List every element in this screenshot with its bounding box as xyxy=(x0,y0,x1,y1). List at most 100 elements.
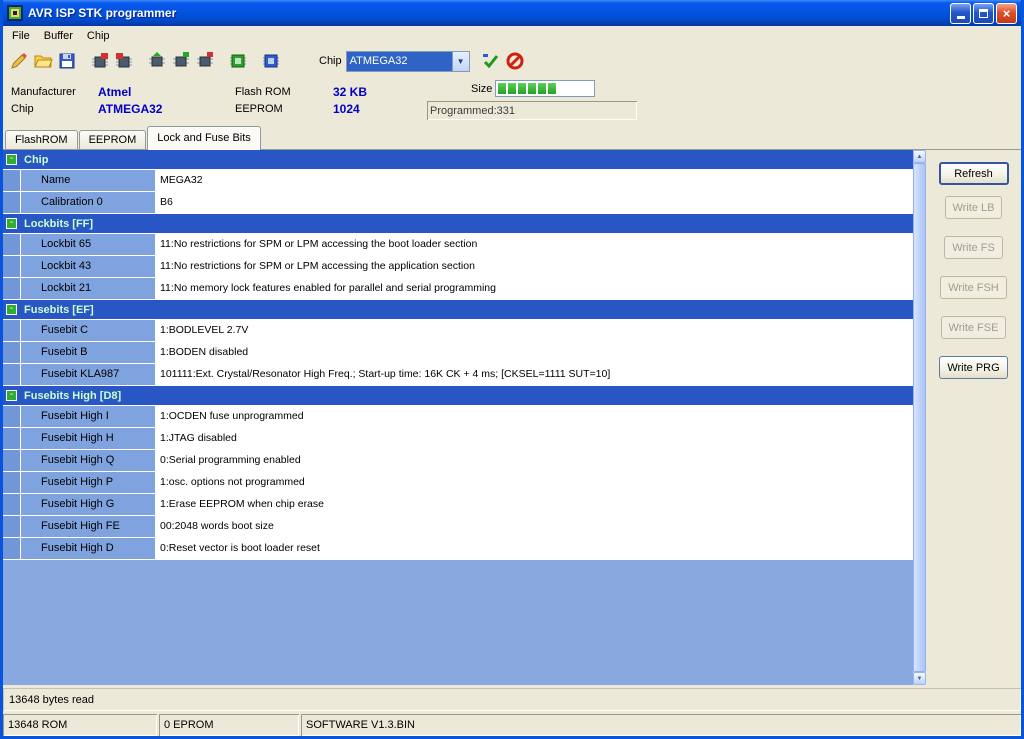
grid-row[interactable]: Name MEGA32 xyxy=(3,170,913,192)
collapse-minus-icon[interactable]: - xyxy=(6,304,17,315)
row-value: 1:BODLEVEL 2.7V xyxy=(156,320,913,341)
grid-row[interactable]: Fusebit High H 1:JTAG disabled xyxy=(3,428,913,450)
close-button[interactable]: × xyxy=(996,2,1017,24)
progress-segment xyxy=(548,83,556,94)
chip-select-value: ATMEGA32 xyxy=(346,51,452,71)
group-header-lockbits-ff[interactable]: - Lockbits [FF] xyxy=(3,214,913,234)
row-value: 11:No memory lock features enabled for p… xyxy=(156,278,913,299)
erase-icon[interactable] xyxy=(7,49,31,73)
chevron-down-icon[interactable]: ▼ xyxy=(451,51,469,71)
group-title: Fusebits [EF] xyxy=(24,303,94,316)
grid-row[interactable]: Fusebit High P 1:osc. options not program… xyxy=(3,472,913,494)
manufacturer-label: Manufacturer xyxy=(11,86,76,98)
group-header-chip[interactable]: - Chip xyxy=(3,150,913,170)
row-indent xyxy=(3,234,21,255)
row-indent xyxy=(3,192,21,213)
collapse-minus-icon[interactable]: - xyxy=(6,218,17,229)
title-bar[interactable]: AVR ISP STK programmer × xyxy=(3,0,1021,26)
row-value: 1:osc. options not programmed xyxy=(156,472,913,493)
menu-bar: File Buffer Chip xyxy=(3,26,1021,46)
row-indent xyxy=(3,256,21,277)
grid-row[interactable]: Lockbit 21 11:No memory lock features ena… xyxy=(3,278,913,300)
group-title: Fusebits High [D8] xyxy=(24,389,122,402)
group-header-fusebits-ef[interactable]: - Fusebits [EF] xyxy=(3,300,913,320)
grid-row[interactable]: Calibration 0 B6 xyxy=(3,192,913,214)
verify-icon[interactable] xyxy=(479,49,503,73)
row-indent xyxy=(3,494,21,515)
row-name: Fusebit High H xyxy=(21,428,156,449)
menu-item-file[interactable]: File xyxy=(5,28,37,44)
side-panel: Refresh Write LB Write FS Write FSH Write FS… xyxy=(926,150,1021,685)
refresh-button[interactable]: Refresh xyxy=(938,162,1009,185)
vertical-scrollbar[interactable]: ▲ ▼ xyxy=(913,150,926,685)
toolbar: Chip ATMEGA32 ▼ xyxy=(3,46,1021,76)
row-value: 11:No restrictions for SPM or LPM access… xyxy=(156,234,913,255)
row-name: Fusebit High D xyxy=(21,538,156,559)
device-info-panel: Manufacturer Chip Atmel ATMEGA32 Flash R… xyxy=(3,76,1021,126)
collapse-minus-icon[interactable]: - xyxy=(6,154,17,165)
read-flash-icon[interactable] xyxy=(88,49,112,73)
status-bar-bottom: 13648 ROM 0 EPROM SOFTWARE V1.3.BIN xyxy=(3,714,1021,736)
grid-row[interactable]: Fusebit High I 1:OCDEN fuse unprogrammed xyxy=(3,406,913,428)
grid-row[interactable]: Fusebit High Q 0:Serial programming enabl… xyxy=(3,450,913,472)
row-name: Fusebit KLA987 xyxy=(21,364,156,385)
row-indent xyxy=(3,538,21,559)
maximize-icon xyxy=(979,8,988,18)
progress-segment xyxy=(498,83,506,94)
collapse-minus-icon[interactable]: - xyxy=(6,390,17,401)
scroll-thumb[interactable] xyxy=(913,163,926,672)
chip-select[interactable]: ATMEGA32 ▼ xyxy=(345,50,470,72)
main-area: - Chip Name MEGA32 Calibration 0 B6- Lockbits … xyxy=(3,149,1021,685)
grid-row[interactable]: Fusebit High G 1:Erase EEPROM when chip e… xyxy=(3,494,913,516)
row-name: Fusebit High FE xyxy=(21,516,156,537)
tab-lock-and-fuse-bits[interactable]: Lock and Fuse Bits xyxy=(147,126,261,150)
menu-item-buffer[interactable]: Buffer xyxy=(37,28,80,44)
maximize-button[interactable] xyxy=(973,2,994,24)
grid-row[interactable]: Fusebit B 1:BODEN disabled xyxy=(3,342,913,364)
cancel-icon[interactable] xyxy=(503,49,527,73)
grid-row[interactable]: Fusebit High FE 00:2048 words boot size xyxy=(3,516,913,538)
write-flash-icon[interactable] xyxy=(145,49,169,73)
program-icon[interactable] xyxy=(226,49,250,73)
chip-label: Chip xyxy=(11,103,34,115)
write-eeprom-icon[interactable] xyxy=(169,49,193,73)
minimize-button[interactable] xyxy=(950,2,971,24)
status-panel-2: 0 EPROM xyxy=(159,714,299,736)
menu-item-chip[interactable]: Chip xyxy=(80,28,117,44)
row-name: Calibration 0 xyxy=(21,192,156,213)
row-value: 1:Erase EEPROM when chip erase xyxy=(156,494,913,515)
write-lb-button[interactable]: Write LB xyxy=(944,196,1003,219)
scroll-up-icon[interactable]: ▲ xyxy=(913,150,926,163)
write-prg-button[interactable]: Write PRG xyxy=(939,356,1008,379)
group-header-fusebits-high-d8[interactable]: - Fusebits High [D8] xyxy=(3,386,913,406)
row-name: Lockbit 65 xyxy=(21,234,156,255)
grid-row[interactable]: Fusebit High D 0:Reset vector is boot loa… xyxy=(3,538,913,560)
row-indent xyxy=(3,516,21,537)
grid-row[interactable]: Fusebit KLA987 101111:Ext. Crystal/Resona… xyxy=(3,364,913,386)
row-value: 0:Serial programming enabled xyxy=(156,450,913,471)
fuse-grid: - Chip Name MEGA32 Calibration 0 B6- Lockbits … xyxy=(3,150,913,685)
grid-row[interactable]: Fusebit C 1:BODLEVEL 2.7V xyxy=(3,320,913,342)
row-name: Fusebit C xyxy=(21,320,156,341)
grid-row[interactable]: Lockbit 43 11:No restrictions for SPM or … xyxy=(3,256,913,278)
read-eeprom-icon[interactable] xyxy=(112,49,136,73)
write-fsh-button[interactable]: Write FSH xyxy=(940,276,1007,299)
write-fse-button[interactable]: Write FSE xyxy=(940,316,1007,339)
flashrom-value: 32 KB xyxy=(333,85,368,99)
write-fs-button[interactable]: Write FS xyxy=(944,236,1003,259)
save-icon[interactable] xyxy=(55,49,79,73)
row-value: MEGA32 xyxy=(156,170,913,191)
open-icon[interactable] xyxy=(31,49,55,73)
erase-chip-icon[interactable] xyxy=(193,49,217,73)
tab-flashrom[interactable]: FlashROM xyxy=(5,130,78,149)
flashrom-label: Flash ROM xyxy=(235,86,291,98)
row-indent xyxy=(3,320,21,341)
device-icon[interactable] xyxy=(259,49,283,73)
tab-eeprom[interactable]: EEPROM xyxy=(78,130,147,149)
row-indent xyxy=(3,278,21,299)
scroll-down-icon[interactable]: ▼ xyxy=(913,672,926,685)
eeprom-value: 1024 xyxy=(333,102,360,116)
row-value: B6 xyxy=(156,192,913,213)
grid-row[interactable]: Lockbit 65 11:No restrictions for SPM or … xyxy=(3,234,913,256)
window-title: AVR ISP STK programmer xyxy=(28,6,177,20)
